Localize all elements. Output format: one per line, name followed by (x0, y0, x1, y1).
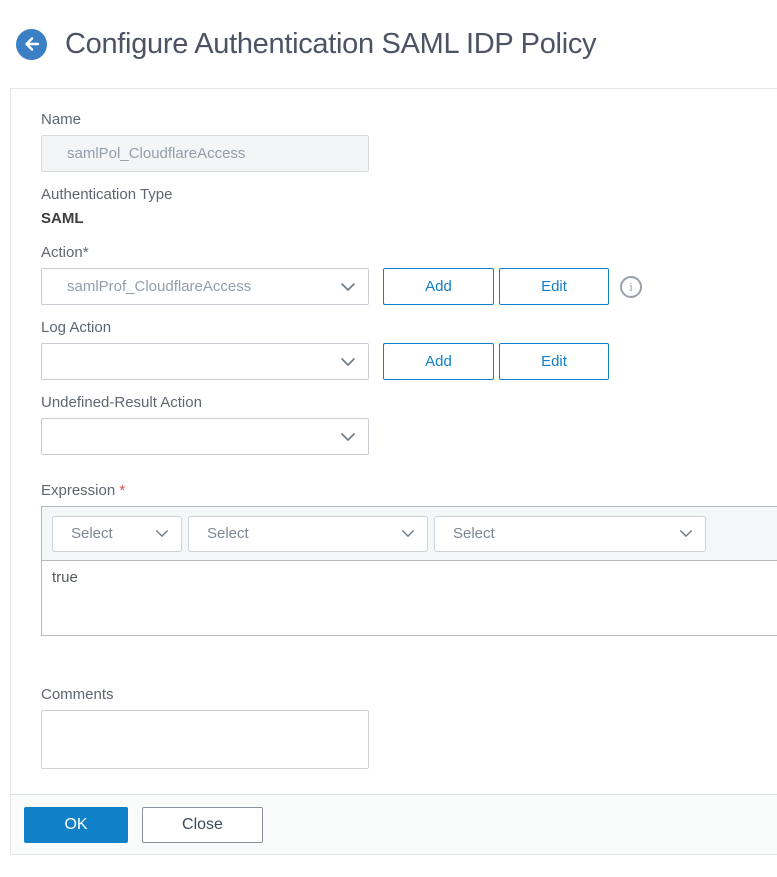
log-action-edit-button[interactable]: Edit (499, 343, 609, 380)
action-select[interactable]: samlProf_CloudflareAccess (41, 268, 369, 305)
auth-type-value: SAML (41, 210, 84, 227)
page-header: Configure Authentication SAML IDP Policy (0, 0, 777, 88)
log-action-add-button[interactable]: Add (383, 343, 494, 380)
comments-input[interactable] (41, 710, 369, 769)
expression-builder: Select Select Select true (41, 506, 777, 636)
required-asterisk: * (119, 482, 126, 499)
chevron-down-icon (679, 529, 693, 538)
action-edit-button[interactable]: Edit (499, 268, 609, 305)
chevron-down-icon (340, 282, 356, 292)
expression-label: Expression * (41, 482, 126, 499)
close-button[interactable]: Close (142, 806, 263, 843)
chevron-down-icon (401, 529, 415, 538)
comments-label: Comments (41, 686, 114, 703)
chevron-down-icon (155, 529, 169, 538)
action-add-button[interactable]: Add (383, 268, 494, 305)
info-icon[interactable]: i (620, 275, 642, 298)
expression-toolbar: Select Select Select (42, 507, 777, 561)
auth-type-group: Authentication Type SAML (41, 186, 777, 227)
ok-button[interactable]: OK (24, 806, 128, 843)
form-panel: Name Authentication Type SAML Action* sa… (10, 88, 777, 855)
action-label: Action* (41, 244, 89, 261)
expression-operand-select-3[interactable]: Select (434, 515, 706, 552)
name-label: Name (41, 111, 82, 128)
undefined-result-action-label: Undefined-Result Action (41, 394, 202, 411)
form-footer: OK Close (11, 794, 777, 855)
undefined-result-action-select[interactable] (41, 418, 369, 455)
undefined-result-action-group: Undefined-Result Action (41, 394, 777, 455)
auth-type-label: Authentication Type (41, 186, 173, 203)
expression-operand-select-1[interactable]: Select (52, 515, 182, 552)
expression-group: Expression * Select Select Select true (41, 482, 777, 636)
comments-group: Comments (41, 686, 777, 774)
log-action-label: Log Action (41, 319, 112, 336)
chevron-down-icon (340, 357, 356, 367)
log-action-select[interactable] (41, 343, 369, 380)
page-title: Configure Authentication SAML IDP Policy (65, 27, 597, 60)
back-button[interactable] (16, 28, 47, 60)
name-field-group: Name (41, 111, 777, 172)
expression-operand-select-2[interactable]: Select (188, 515, 428, 552)
log-action-group: Log Action Add Edit (41, 319, 777, 380)
chevron-down-icon (340, 432, 356, 442)
arrow-left-icon (24, 37, 40, 51)
action-group: Action* samlProf_CloudflareAccess Add Ed… (41, 244, 777, 305)
name-input (41, 135, 369, 172)
action-select-value: samlProf_CloudflareAccess (67, 278, 252, 295)
expression-input[interactable]: true (42, 561, 777, 635)
